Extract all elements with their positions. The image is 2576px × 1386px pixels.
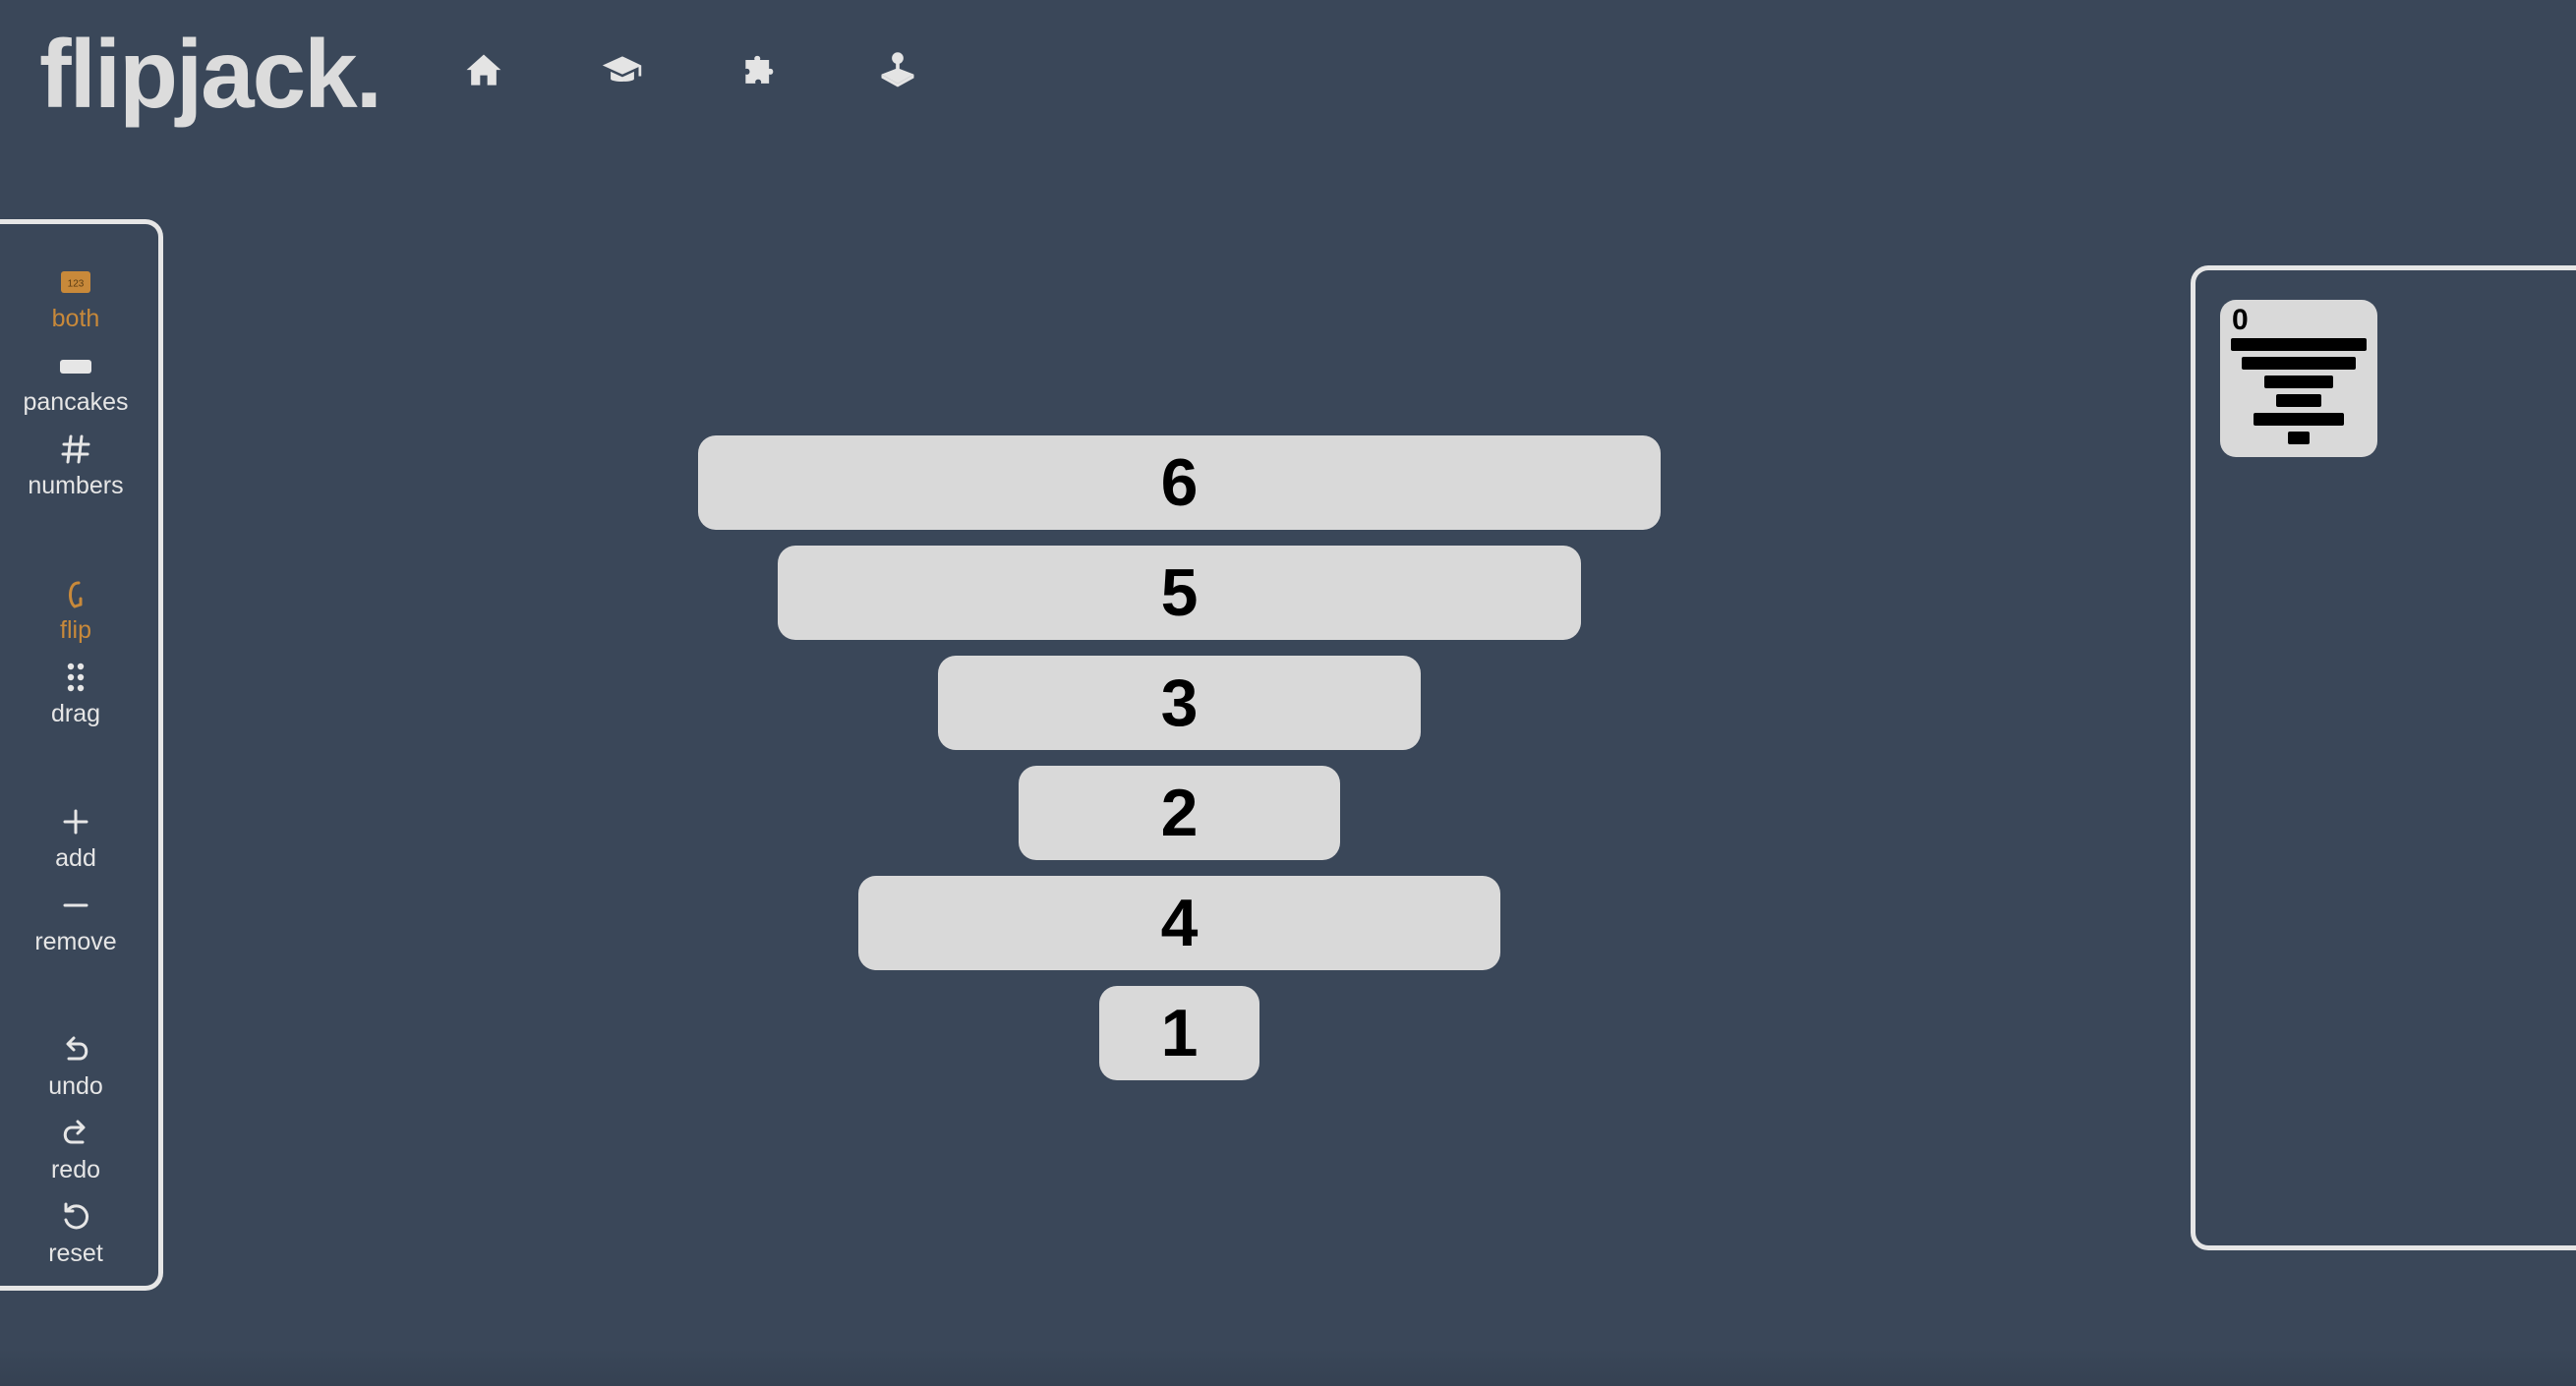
- plus-icon: [59, 802, 92, 841]
- app-root: flipjack. 123 both pancakes numbers flip…: [0, 0, 2576, 1386]
- flip-icon: [59, 574, 92, 613]
- app-logo[interactable]: flipjack.: [39, 20, 382, 128]
- display-both-label: both: [51, 305, 100, 332]
- undo-label: undo: [48, 1072, 103, 1100]
- pancake-5[interactable]: 5: [778, 546, 1581, 640]
- add-label: add: [55, 844, 96, 872]
- display-numbers-button[interactable]: numbers: [0, 430, 159, 508]
- bottom-edge: [0, 1349, 2576, 1386]
- joystick-icon: [876, 49, 919, 97]
- undo-button[interactable]: undo: [0, 1030, 159, 1109]
- pancake-2[interactable]: 2: [1019, 766, 1340, 860]
- pancake-number: 5: [1160, 555, 1199, 630]
- mode-drag-button[interactable]: drag: [0, 658, 159, 736]
- remove-pancake-button[interactable]: remove: [0, 886, 159, 964]
- mode-flip-label: flip: [60, 616, 91, 644]
- display-numbers-label: numbers: [28, 472, 124, 499]
- mode-drag-label: drag: [50, 700, 101, 727]
- pancake-1[interactable]: 1: [1099, 986, 1259, 1080]
- history-panel: 0: [2191, 265, 2576, 1250]
- tool-sidebar: 123 both pancakes numbers flip drag add …: [0, 219, 163, 1291]
- pancake-6[interactable]: 6: [698, 435, 1661, 530]
- pancake-number: 4: [1160, 886, 1199, 960]
- reset-icon: [59, 1197, 92, 1237]
- snapshot-bar: [2276, 394, 2321, 407]
- pancake-number: 3: [1160, 665, 1199, 740]
- add-pancake-button[interactable]: add: [0, 802, 159, 881]
- nav-home-button[interactable]: [455, 44, 512, 101]
- display-pancakes-button[interactable]: pancakes: [0, 346, 159, 425]
- history-snapshot[interactable]: 0: [2220, 300, 2377, 457]
- mode-flip-button[interactable]: flip: [0, 574, 159, 653]
- home-icon: [462, 49, 505, 97]
- snapshot-bar: [2254, 413, 2344, 426]
- snapshot-bar: [2231, 338, 2367, 351]
- snapshot-bar: [2242, 357, 2356, 370]
- reset-label: reset: [48, 1240, 103, 1267]
- badge-text: 123: [68, 279, 85, 290]
- redo-icon: [59, 1114, 92, 1153]
- history-flip-count: 0: [2232, 304, 2249, 336]
- minus-icon: [59, 886, 92, 925]
- display-pancakes-label: pancakes: [23, 388, 129, 416]
- pancake-bar-icon: [59, 346, 92, 385]
- pancake-4[interactable]: 4: [858, 876, 1500, 970]
- undo-icon: [59, 1030, 92, 1069]
- nav-play-button[interactable]: [869, 44, 926, 101]
- puzzle-icon: [738, 49, 782, 97]
- reset-button[interactable]: reset: [0, 1197, 159, 1276]
- pancake-number: 2: [1160, 776, 1199, 850]
- hash-icon: [59, 430, 92, 469]
- redo-label: redo: [50, 1156, 101, 1184]
- graduation-cap-icon: [601, 49, 644, 97]
- display-both-button[interactable]: 123 both: [0, 262, 159, 341]
- remove-label: remove: [34, 928, 117, 955]
- number-badge-icon: 123: [59, 262, 92, 302]
- snapshot-bar: [2264, 375, 2333, 388]
- nav-puzzle-button[interactable]: [732, 44, 789, 101]
- pancake-number: 1: [1160, 996, 1199, 1070]
- pancake-number: 6: [1160, 445, 1199, 520]
- pancake-3[interactable]: 3: [938, 656, 1421, 750]
- nav-learn-button[interactable]: [594, 44, 651, 101]
- redo-button[interactable]: redo: [0, 1114, 159, 1192]
- drag-handle-icon: [59, 658, 92, 697]
- snapshot-bar: [2288, 432, 2310, 444]
